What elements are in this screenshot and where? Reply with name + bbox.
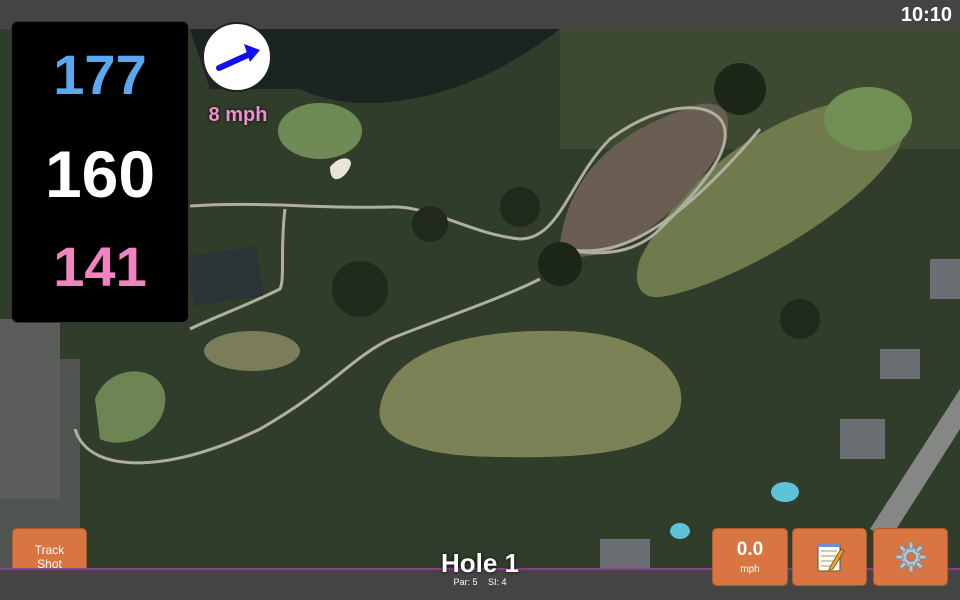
hole-title: Hole 1 [440, 548, 520, 578]
hole-par: Par: 5 [453, 577, 478, 587]
notes-button[interactable] [792, 528, 867, 586]
speed-button[interactable]: 0.0 mph [712, 528, 788, 586]
wind-indicator [202, 22, 272, 92]
speed-unit: mph [740, 564, 760, 575]
gear-icon [895, 541, 926, 573]
distance-front: 141 [53, 235, 147, 298]
wind-speed-label: 8 mph [208, 104, 268, 126]
notepad-icon [817, 543, 845, 572]
clock: 10:10 [900, 4, 952, 26]
distance-back: 177 [53, 43, 147, 106]
speed-value: 0.0 [736, 539, 764, 560]
arrow-icon [216, 44, 260, 71]
distance-panel: 177 160 141 [12, 22, 188, 322]
hole-si: SI: 4 [488, 577, 507, 587]
distance-middle: 160 [44, 137, 156, 211]
settings-button[interactable] [873, 528, 948, 586]
hole-info: Par: 5 SI: 4 [380, 577, 580, 587]
track-shot-label-1: Track [34, 543, 65, 557]
